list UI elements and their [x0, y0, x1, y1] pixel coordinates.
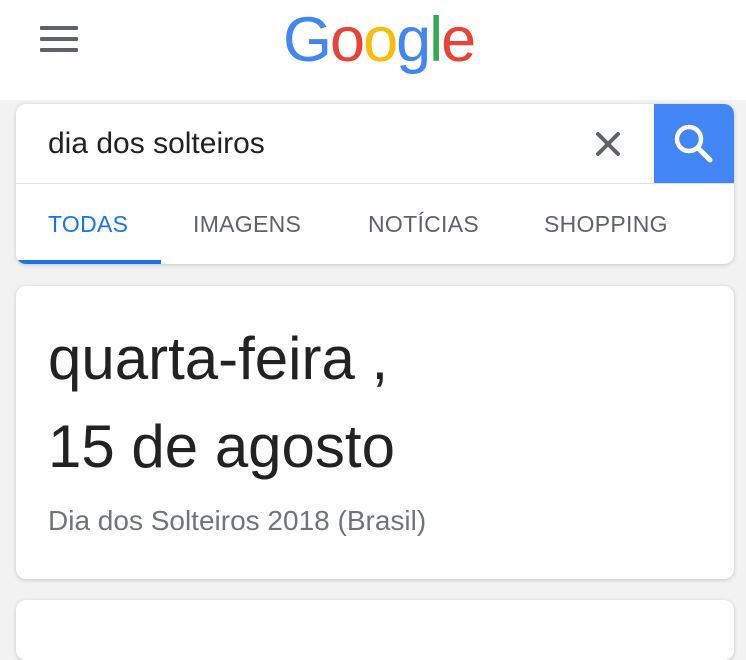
active-tab-indicator	[16, 260, 161, 264]
search-tabs: TODAS IMAGENS NOTÍCIAS SHOPPING	[16, 184, 734, 264]
tab-noticias[interactable]: NOTÍCIAS	[368, 184, 479, 264]
logo-letter: o	[330, 5, 365, 75]
tab-imagens[interactable]: IMAGENS	[193, 184, 301, 264]
tab-label: SHOPPING	[544, 211, 668, 237]
search-card: dia dos solteiros TODAS IMAGENS NOTÍCIAS…	[16, 104, 734, 264]
answer-weekday: quarta-feira ,	[48, 325, 389, 392]
hamburger-menu-icon[interactable]	[40, 24, 80, 54]
logo-letter: e	[441, 5, 476, 75]
search-button[interactable]	[654, 104, 734, 183]
tab-shopping[interactable]: SHOPPING	[544, 184, 668, 264]
tab-label: TODAS	[48, 211, 129, 237]
answer-date: 15 de agosto	[48, 413, 395, 480]
tab-label: NOTÍCIAS	[368, 211, 480, 237]
google-logo[interactable]: Google	[283, 4, 476, 76]
logo-letter: G	[283, 5, 332, 75]
logo-letter: g	[396, 5, 431, 75]
answer-card: quarta-feira , 15 de agosto Dia dos Solt…	[16, 286, 734, 579]
answer-subtitle: Dia dos Solteiros 2018 (Brasil)	[48, 505, 427, 536]
search-input[interactable]: dia dos solteiros	[48, 126, 265, 162]
close-icon[interactable]	[590, 126, 626, 162]
logo-letter: o	[363, 5, 398, 75]
search-icon	[674, 124, 713, 163]
tab-label: IMAGENS	[193, 211, 302, 237]
tab-todas[interactable]: TODAS	[48, 184, 128, 264]
header: Google	[0, 0, 746, 100]
search-box[interactable]: dia dos solteiros	[16, 104, 734, 184]
next-result-card	[16, 600, 734, 660]
logo-letter: l	[429, 5, 443, 75]
